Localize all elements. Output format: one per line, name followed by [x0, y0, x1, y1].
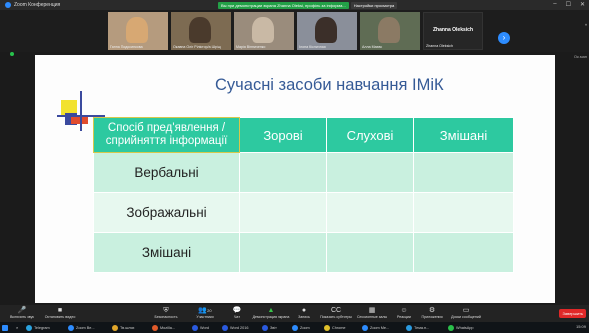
decor-line-vertical	[80, 91, 82, 131]
taskbar-item[interactable]: Telegram	[26, 324, 50, 331]
participant-tile[interactable]: Окавна Оліг Ріліктор/а Шріщ	[171, 12, 231, 50]
participant-tile[interactable]: Ілона Кісличная	[297, 12, 357, 50]
taskbar-item[interactable]: Mozilla...	[152, 324, 175, 331]
video-button[interactable]: ■ Остановить видео	[40, 306, 80, 319]
end-meeting-button[interactable]: Завершить	[559, 309, 586, 318]
camera-icon: ■	[57, 307, 63, 314]
table-cell	[413, 192, 514, 233]
table-header-cell: Змішані	[413, 117, 514, 153]
pause-icon[interactable]: ⏸	[585, 22, 587, 27]
participant-name: Алла Маєвс	[362, 45, 383, 49]
participant-tile[interactable]: Ганна Подосинкова	[108, 12, 168, 50]
taskbar-item[interactable]: Zoom	[292, 324, 310, 331]
share-banner: Вы при демонстрации экрана Zhanna Oleksi…	[218, 2, 398, 9]
table-row: Зображальні	[93, 192, 514, 233]
view-options-button[interactable]: Настройки просмотра	[350, 2, 398, 9]
windows-taskbar: ⌕ Telegram Zoom Be... Тв.шлях Mozilla...…	[0, 322, 589, 333]
share-status[interactable]: Вы при демонстрации экрана Zhanna Oleksi…	[218, 2, 349, 9]
minimize-icon[interactable]: –	[553, 1, 556, 8]
toolbar-label: Доски сообщений	[451, 315, 481, 319]
active-speaker-tile[interactable]: Zhanna Oleksich Zhanna Oleksich	[423, 12, 483, 50]
active-speaker-label: Zhanna Oleksich	[426, 44, 453, 48]
mute-button[interactable]: 🎤 Включить звук	[2, 306, 42, 319]
table-cell	[326, 232, 414, 273]
toolbar-label: Показать субтитры	[320, 315, 352, 319]
table-cell	[326, 192, 414, 233]
table-header-cell: Слухові	[326, 117, 414, 153]
participant-name: Ілона Кісличная	[299, 45, 326, 49]
participant-video	[378, 17, 400, 43]
title-bar: Zoom Конференция Вы при демонстрации экр…	[0, 0, 589, 10]
active-speaker-name: Zhanna Oleksich	[432, 27, 473, 33]
participant-tile[interactable]: Марія Вінниченко	[234, 12, 294, 50]
table-header-row: Спосіб пред'явлення / сприйняття інформа…	[93, 117, 514, 153]
taskbar-item[interactable]: Word	[192, 324, 209, 331]
whiteboard-icon: ▭	[462, 307, 470, 314]
row-label: Змішані	[93, 232, 240, 273]
taskbar-item[interactable]: Тема.п...	[406, 324, 429, 331]
close-icon[interactable]: ✕	[580, 1, 585, 8]
table-cell	[239, 192, 327, 233]
window-title: Zoom Конференция	[14, 2, 61, 8]
table-row: Змішані	[93, 232, 514, 273]
row-label: Вербальні	[93, 152, 240, 193]
shield-icon: ⛨	[163, 307, 169, 314]
taskbar-item[interactable]: Chrome	[324, 324, 346, 331]
next-page-icon[interactable]: ›	[498, 32, 510, 44]
slide-title: Сучасні засоби навчання ІМіК	[215, 76, 444, 94]
participant-video	[252, 17, 274, 43]
taskbar-item[interactable]: Тв.шлях	[112, 324, 134, 331]
maximize-icon[interactable]: ☐	[566, 1, 571, 8]
row-label: Зображальні	[93, 192, 240, 233]
side-label: Ок.ман	[573, 54, 587, 59]
side-options[interactable]: ⏸	[585, 22, 587, 27]
tray-clock[interactable]: 15:09	[576, 324, 586, 329]
zoom-window: Zoom Конференция Вы при демонстрации экр…	[0, 0, 589, 333]
search-icon[interactable]: ⌕	[16, 324, 18, 331]
whiteboard-button[interactable]: ▭ Доски сообщений	[446, 306, 486, 319]
taskbar-item[interactable]: Звіт	[262, 324, 277, 331]
taskbar-item[interactable]: Zoom Be...	[68, 324, 95, 331]
table-header-cell: Зорові	[239, 117, 327, 153]
table-cell	[239, 232, 327, 273]
taskbar-item[interactable]: WhatsApp	[448, 324, 474, 331]
cc-icon: CC	[330, 307, 342, 314]
participant-name: Ганна Подосинкова	[110, 45, 143, 49]
media-table: Спосіб пред'явлення / сприйняття інформа…	[93, 117, 514, 273]
table-header-cell: Спосіб пред'явлення / сприйняття інформа…	[93, 117, 240, 153]
table-cell	[239, 152, 327, 193]
toolbar-label: Остановить видео	[44, 315, 76, 319]
table-row: Вербальні	[93, 152, 514, 193]
table-cell	[413, 152, 514, 193]
taskbar-item[interactable]: Zoom Me...	[362, 324, 389, 331]
microphone-icon: 🎤	[17, 307, 27, 314]
taskbar-item[interactable]: Word 2016	[222, 324, 249, 331]
toolbar-label: Безопасность	[154, 315, 178, 319]
video-strip: Ганна Подосинкова Окавна Оліг Ріліктор/а…	[0, 10, 589, 52]
participant-name: Марія Вінниченко	[236, 45, 266, 49]
meeting-toolbar: 🎤 Включить звук ■ Остановить видео ⛨ Без…	[0, 305, 589, 322]
participant-video	[315, 17, 337, 43]
participant-video	[189, 17, 211, 43]
table-cell	[413, 232, 514, 273]
shared-slide: Сучасні засоби навчання ІМіК Спосіб пред…	[35, 55, 555, 303]
status-dot-icon	[10, 52, 14, 56]
table-cell	[326, 152, 414, 193]
zoom-logo-icon	[5, 2, 11, 8]
participants-count: 20	[207, 308, 212, 313]
window-controls: – ☐ ✕	[553, 1, 585, 8]
captions-button[interactable]: CC Показать субтитры	[316, 306, 356, 319]
right-panel: Ок.ман	[555, 52, 589, 305]
start-icon[interactable]	[2, 324, 8, 331]
participant-tile[interactable]: Алла Маєвс	[360, 12, 420, 50]
security-button[interactable]: ⛨ Безопасность	[146, 306, 186, 319]
participant-video	[126, 17, 148, 43]
participant-name: Окавна Оліг Ріліктор/а Шріщ	[173, 45, 221, 49]
toolbar-label: Включить звук	[10, 315, 34, 319]
